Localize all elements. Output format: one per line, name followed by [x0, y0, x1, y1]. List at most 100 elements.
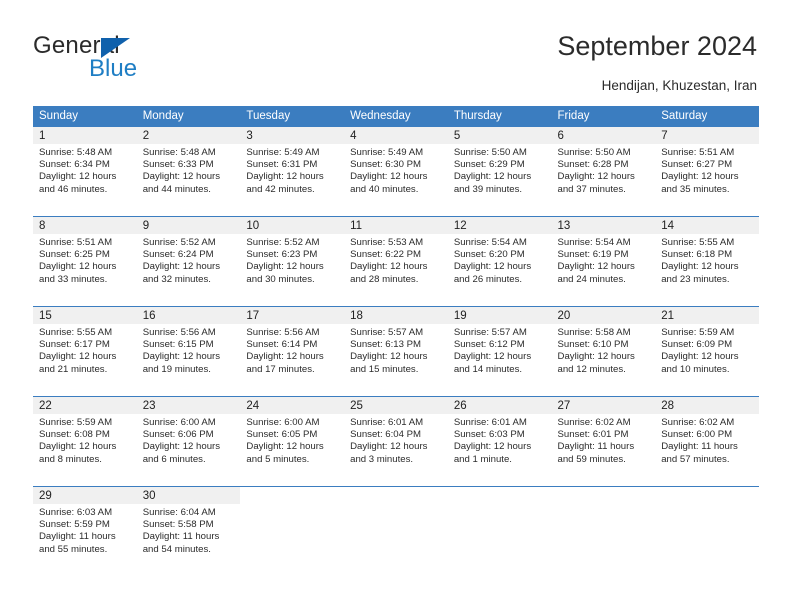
sunrise-text: Sunrise: 5:50 AM	[453, 147, 527, 158]
day-cell[interactable]: 24 Sunrise: 6:00 AM Sunset: 6:05 PM Dayl…	[240, 397, 345, 479]
daylight-text-line1: Daylight: 12 hours	[453, 261, 532, 273]
day-number: 16	[136, 307, 241, 324]
day-number: 1	[33, 127, 137, 144]
day-number: 11	[344, 217, 448, 234]
sunrise-text: Sunrise: 6:02 AM	[557, 417, 631, 428]
sunset-text: Sunset: 6:33 PM	[142, 159, 214, 171]
sunset-text: Sunset: 6:24 PM	[142, 249, 214, 261]
daylight-text-line2: and 59 minutes.	[557, 453, 626, 465]
day-number: 30	[136, 487, 241, 504]
daylight-text-line1: Daylight: 12 hours	[39, 171, 117, 183]
day-cell[interactable]: 2 Sunrise: 5:48 AM Sunset: 6:33 PM Dayli…	[136, 127, 241, 209]
daylight-text-line1: Daylight: 12 hours	[39, 261, 117, 273]
sunset-text: Sunset: 6:19 PM	[557, 249, 629, 261]
sunset-text: Sunset: 6:22 PM	[350, 249, 422, 261]
sunrise-text: Sunrise: 5:51 AM	[661, 147, 735, 158]
day-cell[interactable]: 28 Sunrise: 6:02 AM Sunset: 6:00 PM Dayl…	[655, 397, 759, 479]
day-details: Sunrise: 5:56 AM Sunset: 6:14 PM Dayligh…	[240, 324, 344, 376]
day-cell[interactable]: 3 Sunrise: 5:49 AM Sunset: 6:31 PM Dayli…	[240, 127, 345, 209]
day-details: Sunrise: 6:03 AM Sunset: 5:59 PM Dayligh…	[33, 504, 137, 556]
page-title: September 2024	[557, 31, 757, 61]
day-details: Sunrise: 5:49 AM Sunset: 6:31 PM Dayligh…	[240, 144, 344, 196]
daylight-text-line1: Daylight: 11 hours	[142, 531, 220, 543]
calendar-grid: Sunday Monday Tuesday Wednesday Thursday…	[33, 106, 759, 569]
day-cell[interactable]: 29 Sunrise: 6:03 AM Sunset: 5:59 PM Dayl…	[33, 487, 137, 569]
sunrise-text: Sunrise: 5:58 AM	[557, 327, 631, 338]
daylight-text-line1: Daylight: 12 hours	[246, 351, 324, 363]
day-details: Sunrise: 5:54 AM Sunset: 6:20 PM Dayligh…	[448, 234, 552, 286]
day-details: Sunrise: 6:01 AM Sunset: 6:03 PM Dayligh…	[448, 414, 552, 466]
day-cell[interactable]: 9 Sunrise: 5:52 AM Sunset: 6:24 PM Dayli…	[136, 217, 241, 299]
day-cell[interactable]: 5 Sunrise: 5:50 AM Sunset: 6:29 PM Dayli…	[447, 127, 552, 209]
sunset-text: Sunset: 6:15 PM	[142, 339, 214, 351]
week-row: 29 Sunrise: 6:03 AM Sunset: 5:59 PM Dayl…	[33, 486, 759, 569]
daylight-text-line1: Daylight: 12 hours	[39, 351, 117, 363]
day-details: Sunrise: 6:00 AM Sunset: 6:05 PM Dayligh…	[240, 414, 344, 466]
day-details: Sunrise: 6:00 AM Sunset: 6:06 PM Dayligh…	[137, 414, 241, 466]
day-cell[interactable]: 6 Sunrise: 5:50 AM Sunset: 6:28 PM Dayli…	[551, 127, 656, 209]
sunrise-text: Sunrise: 5:56 AM	[142, 327, 216, 338]
sunset-text: Sunset: 6:25 PM	[39, 249, 110, 261]
sunrise-text: Sunrise: 6:01 AM	[350, 417, 424, 428]
sunrise-text: Sunrise: 5:48 AM	[142, 147, 216, 158]
day-cell-empty	[240, 487, 344, 569]
day-cell[interactable]: 15 Sunrise: 5:55 AM Sunset: 6:17 PM Dayl…	[33, 307, 137, 389]
day-cell[interactable]: 1 Sunrise: 5:48 AM Sunset: 6:34 PM Dayli…	[33, 127, 137, 209]
day-cell[interactable]: 14 Sunrise: 5:55 AM Sunset: 6:18 PM Dayl…	[655, 217, 759, 299]
day-cell[interactable]: 20 Sunrise: 5:58 AM Sunset: 6:10 PM Dayl…	[551, 307, 656, 389]
day-cell[interactable]: 18 Sunrise: 5:57 AM Sunset: 6:13 PM Dayl…	[344, 307, 448, 389]
day-cell[interactable]: 22 Sunrise: 5:59 AM Sunset: 6:08 PM Dayl…	[33, 397, 137, 479]
day-cell[interactable]: 27 Sunrise: 6:02 AM Sunset: 6:01 PM Dayl…	[551, 397, 656, 479]
daylight-text-line2: and 5 minutes.	[246, 453, 310, 465]
daylight-text-line1: Daylight: 11 hours	[39, 531, 116, 543]
day-cell[interactable]: 17 Sunrise: 5:56 AM Sunset: 6:14 PM Dayl…	[240, 307, 345, 389]
sunrise-text: Sunrise: 5:57 AM	[350, 327, 424, 338]
day-cell[interactable]: 12 Sunrise: 5:54 AM Sunset: 6:20 PM Dayl…	[447, 217, 552, 299]
day-cell[interactable]: 21 Sunrise: 5:59 AM Sunset: 6:09 PM Dayl…	[655, 307, 759, 389]
calendar-page: General Blue September 2024 Hendijan, Kh…	[0, 0, 792, 612]
day-details: Sunrise: 6:04 AM Sunset: 5:58 PM Dayligh…	[137, 504, 241, 556]
daylight-text-line1: Daylight: 12 hours	[142, 441, 221, 453]
day-cell[interactable]: 25 Sunrise: 6:01 AM Sunset: 6:04 PM Dayl…	[344, 397, 448, 479]
day-cell[interactable]: 4 Sunrise: 5:49 AM Sunset: 6:30 PM Dayli…	[344, 127, 448, 209]
day-cell[interactable]: 23 Sunrise: 6:00 AM Sunset: 6:06 PM Dayl…	[136, 397, 241, 479]
day-cell[interactable]: 8 Sunrise: 5:51 AM Sunset: 6:25 PM Dayli…	[33, 217, 137, 299]
day-cell[interactable]: 10 Sunrise: 5:52 AM Sunset: 6:23 PM Dayl…	[240, 217, 345, 299]
day-cell[interactable]: 26 Sunrise: 6:01 AM Sunset: 6:03 PM Dayl…	[447, 397, 552, 479]
day-details: Sunrise: 5:51 AM Sunset: 6:27 PM Dayligh…	[655, 144, 759, 196]
day-number: 8	[33, 217, 137, 234]
daylight-text-line1: Daylight: 12 hours	[350, 441, 428, 453]
brand-logo[interactable]: General Blue	[33, 33, 243, 83]
daylight-text-line2: and 54 minutes.	[142, 543, 211, 555]
day-details: Sunrise: 5:59 AM Sunset: 6:08 PM Dayligh…	[33, 414, 137, 466]
sunrise-text: Sunrise: 6:00 AM	[246, 417, 320, 428]
sunrise-text: Sunrise: 5:54 AM	[453, 237, 527, 248]
day-number: 27	[551, 397, 656, 414]
day-number: 12	[447, 217, 552, 234]
weekday-header-wednesday: Wednesday	[350, 110, 411, 122]
daylight-text-line1: Daylight: 12 hours	[246, 261, 324, 273]
day-details: Sunrise: 5:55 AM Sunset: 6:18 PM Dayligh…	[655, 234, 759, 286]
day-cell[interactable]: 7 Sunrise: 5:51 AM Sunset: 6:27 PM Dayli…	[655, 127, 759, 209]
day-details: Sunrise: 5:52 AM Sunset: 6:23 PM Dayligh…	[240, 234, 344, 286]
day-number: 26	[447, 397, 552, 414]
day-cell[interactable]: 16 Sunrise: 5:56 AM Sunset: 6:15 PM Dayl…	[136, 307, 241, 389]
daylight-text-line2: and 14 minutes.	[453, 363, 523, 375]
sunrise-text: Sunrise: 5:50 AM	[557, 147, 631, 158]
day-number: 13	[551, 217, 656, 234]
daylight-text-line2: and 33 minutes.	[39, 273, 108, 285]
sunset-text: Sunset: 6:17 PM	[39, 339, 110, 351]
day-cell[interactable]: 13 Sunrise: 5:54 AM Sunset: 6:19 PM Dayl…	[551, 217, 656, 299]
daylight-text-line2: and 42 minutes.	[246, 183, 315, 195]
day-cell[interactable]: 30 Sunrise: 6:04 AM Sunset: 5:58 PM Dayl…	[136, 487, 241, 569]
day-cell[interactable]: 19 Sunrise: 5:57 AM Sunset: 6:12 PM Dayl…	[447, 307, 552, 389]
day-number: 28	[655, 397, 759, 414]
daylight-text-line1: Daylight: 12 hours	[142, 351, 221, 363]
day-details: Sunrise: 5:50 AM Sunset: 6:29 PM Dayligh…	[448, 144, 552, 196]
day-cell[interactable]: 11 Sunrise: 5:53 AM Sunset: 6:22 PM Dayl…	[344, 217, 448, 299]
sunset-text: Sunset: 6:03 PM	[453, 429, 525, 441]
page-header: General Blue September 2024 Hendijan, Kh…	[0, 0, 792, 104]
page-subtitle: Hendijan, Khuzestan, Iran	[601, 78, 757, 93]
daylight-text-line1: Daylight: 12 hours	[246, 441, 324, 453]
sunset-text: Sunset: 5:58 PM	[142, 519, 214, 531]
